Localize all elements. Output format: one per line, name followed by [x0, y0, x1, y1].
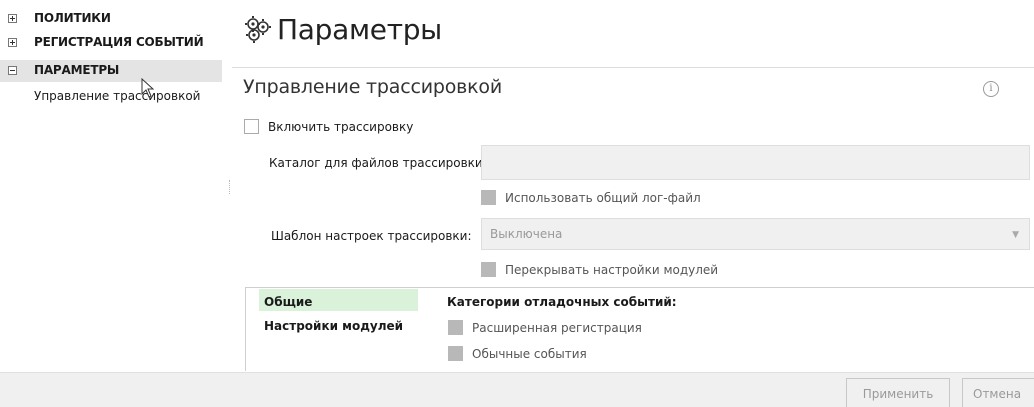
extended-registration-checkbox[interactable] — [448, 320, 463, 335]
shared-log-checkbox[interactable] — [481, 190, 496, 205]
expand-icon[interactable] — [8, 38, 17, 47]
tree-item-label: ПОЛИТИКИ — [34, 11, 111, 25]
subnav-item-general-label[interactable]: Общие — [264, 295, 312, 309]
tree-item-event-registration[interactable]: РЕГИСТРАЦИЯ СОБЫТИЙ — [0, 32, 222, 54]
enable-tracing-label: Включить трассировку — [268, 120, 414, 134]
collapse-icon[interactable] — [8, 66, 17, 75]
override-modules-label: Перекрывать настройки модулей — [505, 263, 719, 277]
override-modules-checkbox[interactable] — [481, 262, 496, 277]
directory-input[interactable] — [481, 145, 1030, 180]
tree-item-parameters[interactable]: ПАРАМЕТРЫ — [0, 60, 222, 82]
footer-bar: Применить Отмена — [0, 372, 1034, 407]
panel-splitter[interactable] — [229, 180, 232, 194]
template-select-value: Выключена — [490, 227, 563, 241]
section-title: Управление трассировкой — [243, 76, 502, 98]
page-title: Параметры — [277, 12, 442, 46]
gear-group-icon — [245, 16, 271, 43]
apply-button[interactable]: Применить — [846, 378, 950, 407]
expand-icon[interactable] — [8, 14, 17, 23]
mouse-cursor-icon — [141, 78, 155, 98]
subnav-item-module-settings[interactable]: Настройки модулей — [264, 319, 403, 333]
regular-events-checkbox[interactable] — [448, 346, 463, 361]
cancel-button[interactable]: Отмена — [962, 378, 1034, 407]
tree-item-label: ПАРАМЕТРЫ — [34, 63, 120, 77]
page-header: Параметры — [243, 4, 442, 54]
enable-tracing-checkbox[interactable] — [244, 119, 259, 134]
regular-events-label: Обычные события — [472, 347, 587, 361]
divider — [232, 67, 1034, 68]
tree-item-label: РЕГИСТРАЦИЯ СОБЫТИЙ — [34, 35, 204, 49]
tree-item-policies[interactable]: ПОЛИТИКИ — [0, 8, 222, 30]
template-label: Шаблон настроек трассировки: — [271, 229, 472, 243]
template-select[interactable]: Выключена ▼ — [481, 218, 1030, 250]
extended-registration-label: Расширенная регистрация — [472, 321, 642, 335]
navigation-tree: ПОЛИТИКИ РЕГИСТРАЦИЯ СОБЫТИЙ ПАРАМЕТРЫ У… — [0, 0, 229, 372]
chevron-down-icon[interactable]: ▼ — [1012, 220, 1019, 250]
directory-label: Каталог для файлов трассировки: — [269, 156, 487, 170]
shared-log-label: Использовать общий лог-файл — [505, 191, 701, 205]
categories-title: Категории отладочных событий: — [447, 295, 677, 309]
tree-item-trace-management[interactable]: Управление трассировкой — [34, 89, 200, 103]
info-icon[interactable]: i — [983, 81, 999, 97]
